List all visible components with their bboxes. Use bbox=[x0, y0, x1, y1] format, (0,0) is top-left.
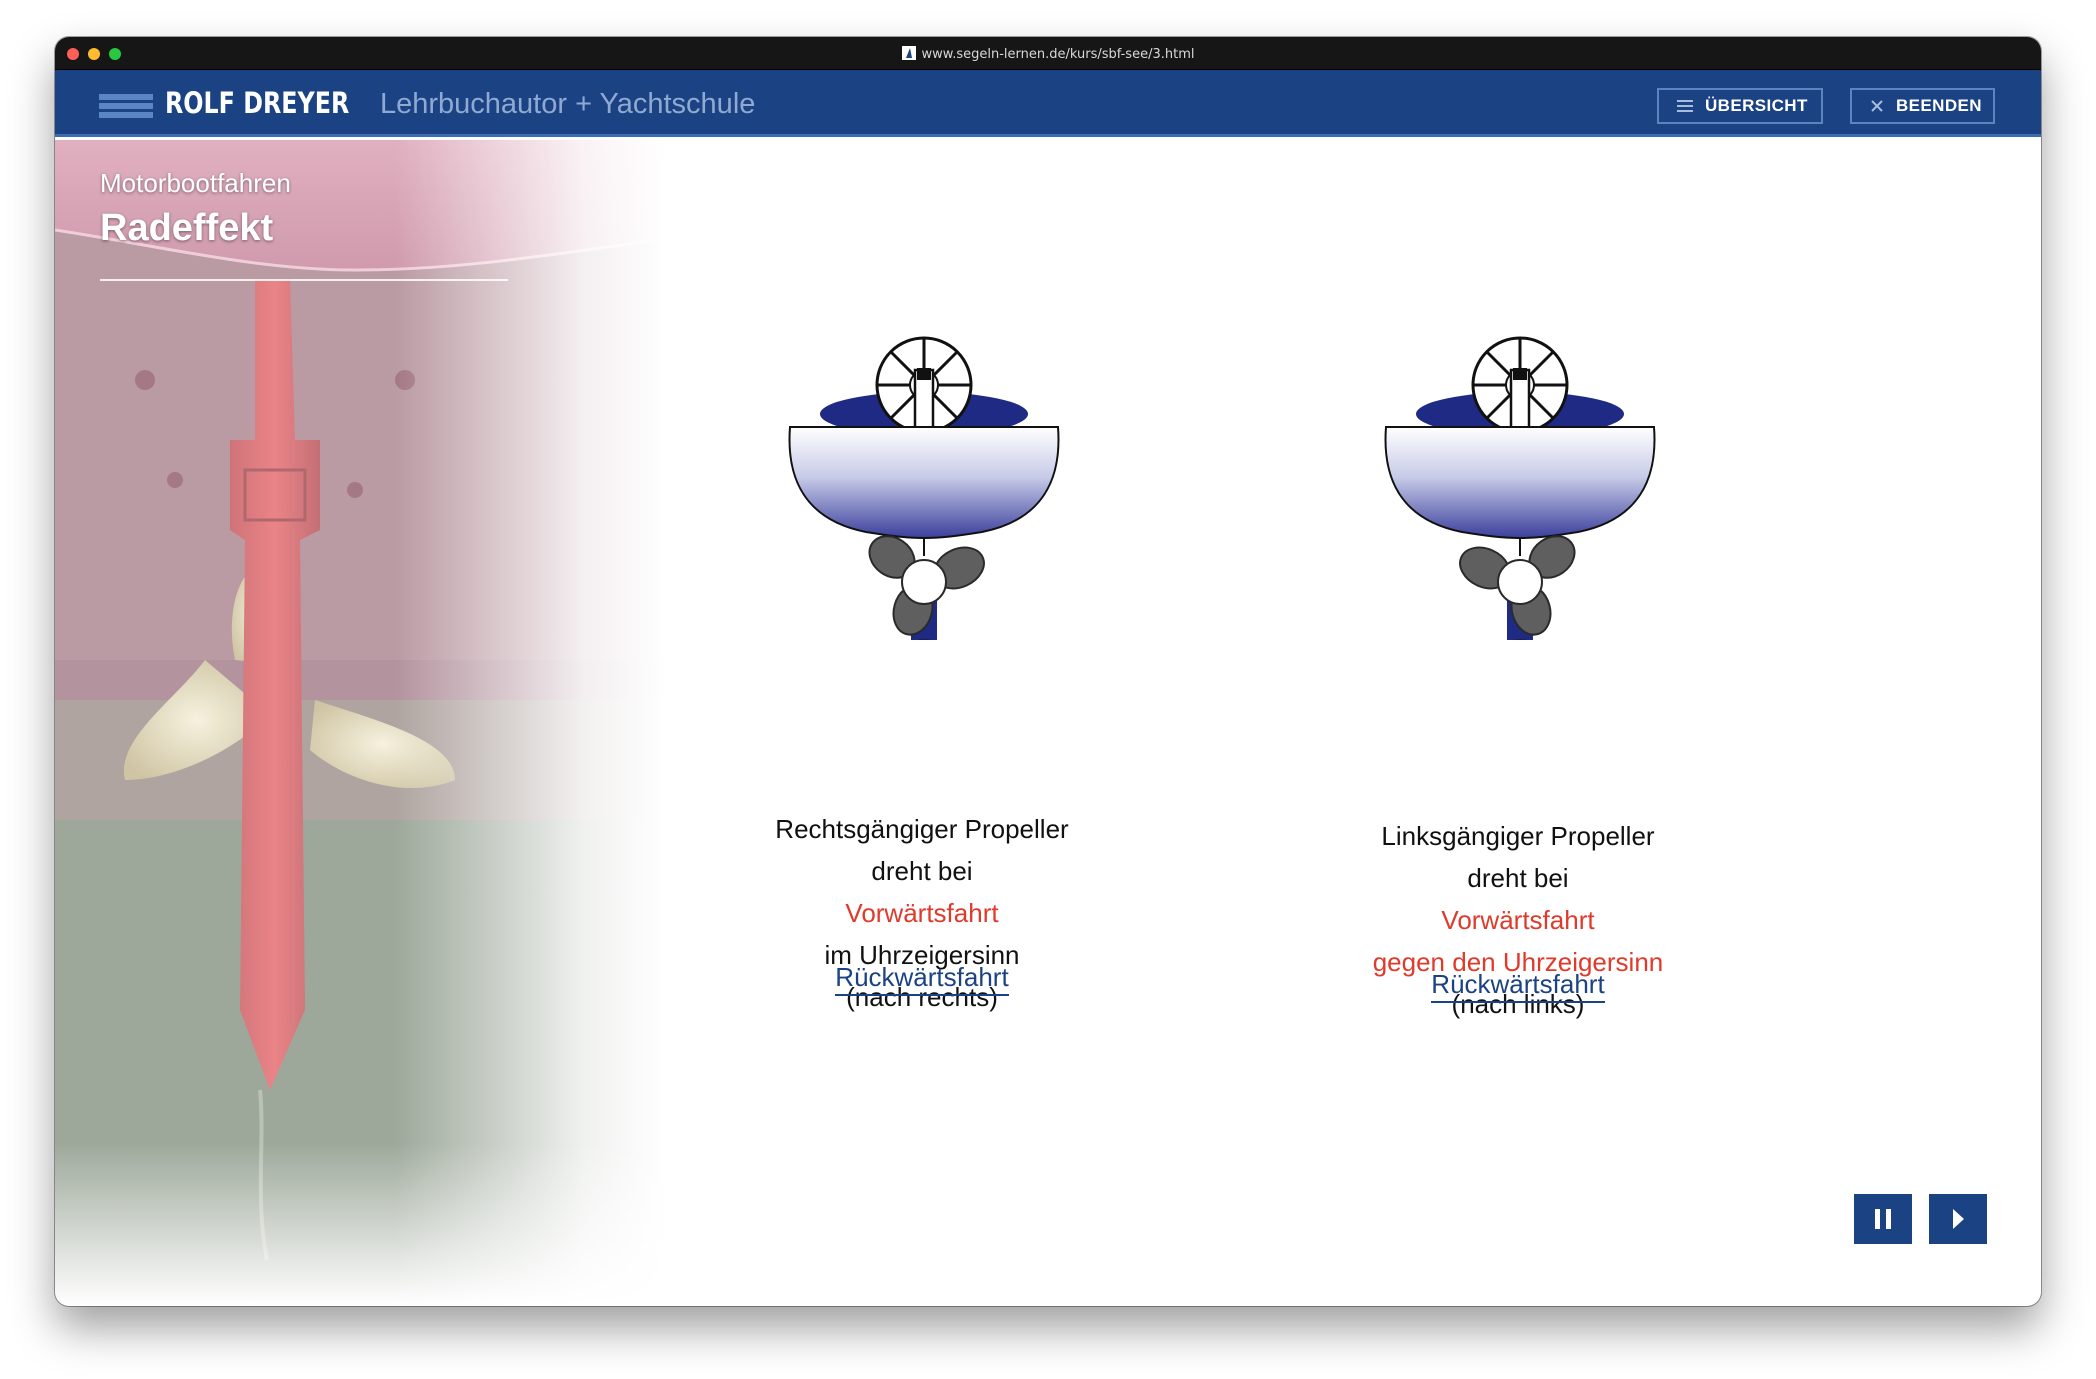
end-button[interactable]: BEENDEN bbox=[1850, 88, 1995, 124]
caption-line: Linksgängiger Propeller bbox=[1381, 821, 1655, 851]
brand-tagline: Lehrbuchautor + Yachtschule bbox=[380, 88, 756, 120]
lesson-content: Motorbootfahren Radeffekt Rechtsgängiger… bbox=[55, 140, 2041, 1306]
reverse-link-right-hand[interactable]: Rückwärtsfahrt bbox=[712, 962, 1132, 996]
brand-name[interactable]: ROLF DREYER bbox=[165, 86, 349, 120]
logo-icon bbox=[99, 94, 153, 118]
reverse-link-label[interactable]: Rückwärtsfahrt bbox=[835, 962, 1009, 996]
address-bar[interactable]: www.segeln-lernen.de/kurs/sbf-see/3.html bbox=[55, 46, 2041, 62]
reverse-link-label[interactable]: Rückwärtsfahrt bbox=[1431, 969, 1605, 1003]
browser-window: www.segeln-lernen.de/kurs/sbf-see/3.html… bbox=[55, 37, 2041, 1306]
page-title: Radeffekt bbox=[100, 207, 274, 249]
browser-titlebar: www.segeln-lernen.de/kurs/sbf-see/3.html bbox=[55, 37, 2041, 70]
close-icon bbox=[1871, 100, 1883, 112]
overview-label: ÜBERSICHT bbox=[1705, 96, 1808, 115]
caption-highlight: Vorwärtsfahrt bbox=[1441, 905, 1595, 935]
caption-line: Rechtsgängiger Propeller bbox=[775, 814, 1069, 844]
caption-line: dreht bei bbox=[871, 856, 973, 886]
end-label: BEENDEN bbox=[1896, 96, 1982, 115]
pause-button[interactable] bbox=[1854, 1194, 1912, 1244]
next-icon bbox=[1953, 1209, 1964, 1229]
pause-icon bbox=[1875, 1209, 1891, 1229]
ship-stern-photo: Motorbootfahren Radeffekt bbox=[55, 140, 735, 1306]
title-divider bbox=[100, 279, 508, 281]
section-title: Motorbootfahren bbox=[100, 168, 291, 198]
menu-icon bbox=[1677, 100, 1693, 112]
next-button[interactable] bbox=[1929, 1194, 1987, 1244]
caption-highlight: Vorwärtsfahrt bbox=[845, 898, 999, 928]
site-favicon-icon bbox=[901, 46, 916, 60]
left-hand-propeller-illustration bbox=[1384, 336, 1656, 640]
caption-line: dreht bei bbox=[1467, 863, 1569, 893]
reverse-link-left-hand[interactable]: Rückwärtsfahrt bbox=[1308, 969, 1728, 1003]
site-header: ROLF DREYER Lehrbuchautor + Yachtschule … bbox=[55, 70, 2041, 137]
overview-button[interactable]: ÜBERSICHT bbox=[1657, 88, 1823, 124]
url-text: www.segeln-lernen.de/kurs/sbf-see/3.html bbox=[921, 47, 1195, 62]
right-hand-propeller-illustration bbox=[788, 336, 1060, 640]
